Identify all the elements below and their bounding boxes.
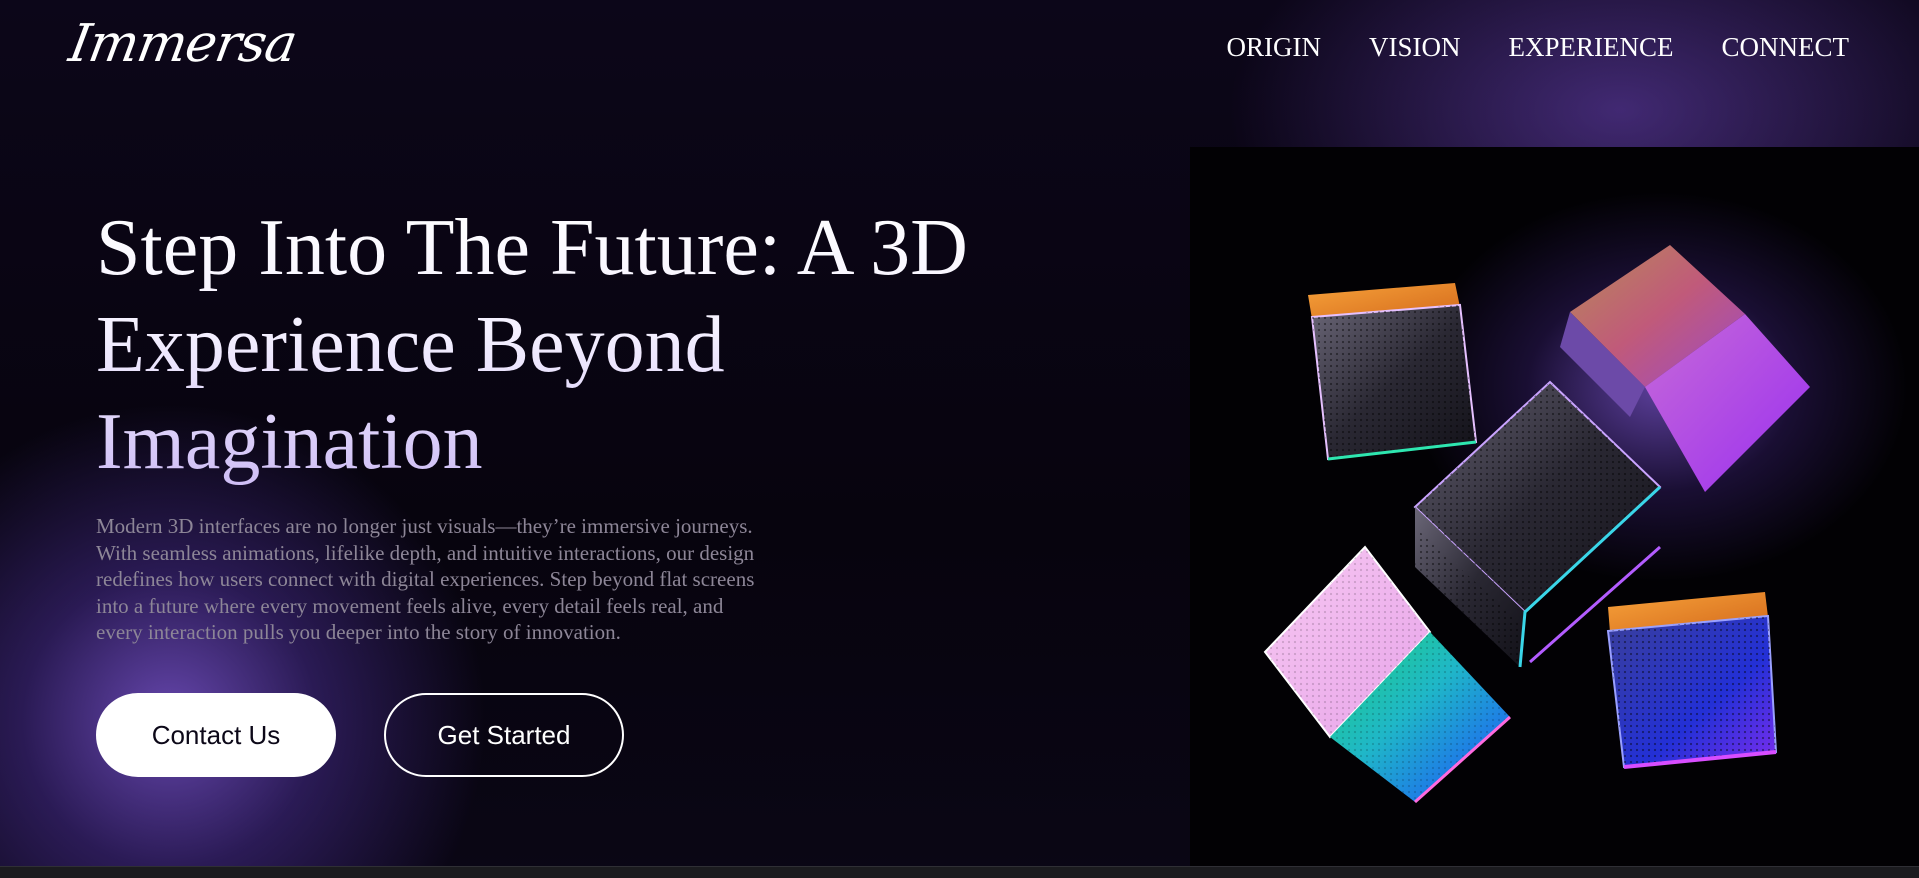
- contact-us-button[interactable]: Contact Us: [96, 693, 336, 777]
- hero-description-line: redefines how users connect with digital…: [96, 567, 755, 591]
- nav-link-vision[interactable]: VISION: [1369, 32, 1461, 63]
- bottom-taskbar-strip: [0, 866, 1919, 878]
- cube-bottom-right: [1606, 592, 1778, 769]
- hero-description-line: into a future where every movement feels…: [96, 593, 724, 618]
- hero-description: Modern 3D interfaces are no longer just …: [96, 513, 866, 646]
- nav-link-origin[interactable]: ORIGIN: [1227, 32, 1322, 63]
- hero-description-line: every interaction pulls you deeper into …: [96, 620, 621, 644]
- hero-cubes-image: [1190, 147, 1919, 867]
- get-started-button[interactable]: Get Started: [384, 693, 624, 777]
- cube-top-left: [1308, 283, 1478, 461]
- hero-title: Step Into The Future: A 3D Experience Be…: [96, 200, 1076, 491]
- cubes-illustration: [1263, 245, 1810, 804]
- hero-description-line: With seamless animations, lifelike depth…: [96, 540, 755, 565]
- nav-link-connect[interactable]: CONNECT: [1722, 32, 1850, 63]
- brand-logo[interactable]: Immersa: [65, 14, 301, 74]
- hero-title-line: Experience Beyond: [96, 301, 725, 389]
- main-nav: ORIGIN VISION EXPERIENCE CONNECT: [1227, 32, 1850, 63]
- hero-title-line: Imagination: [96, 398, 483, 486]
- hero-description-line: Modern 3D interfaces are no longer just …: [96, 514, 753, 538]
- hero-title-line: Step Into The Future: A 3D: [96, 204, 968, 292]
- landing-page: Immersa ORIGIN VISION EXPERIENCE CONNECT…: [0, 0, 1919, 878]
- nav-link-experience[interactable]: EXPERIENCE: [1509, 32, 1674, 63]
